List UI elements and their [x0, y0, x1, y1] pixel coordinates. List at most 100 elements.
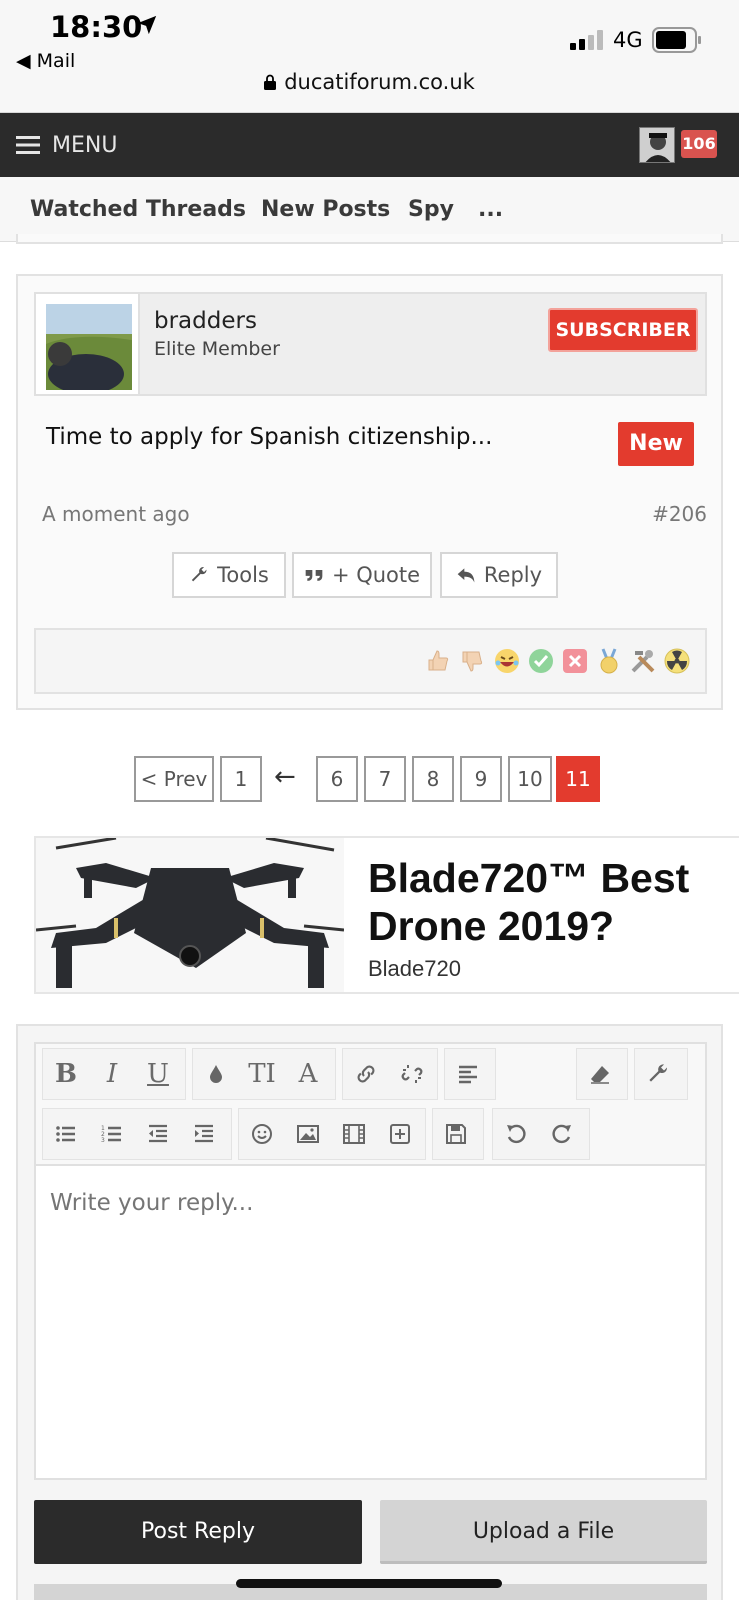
check-icon[interactable] [527, 647, 555, 675]
eraser-icon [591, 1066, 609, 1084]
page-11-current[interactable]: 11 [556, 756, 600, 802]
network-type: 4G [613, 28, 643, 52]
undo-button[interactable] [493, 1109, 539, 1159]
align-group [444, 1048, 496, 1100]
numbered-list-icon: 123 [101, 1125, 121, 1144]
redo-icon [552, 1124, 571, 1144]
drone-advertisement[interactable]: Blade720™ Best Drone 2019? Blade720 [34, 836, 739, 994]
insert-media-button[interactable] [331, 1109, 377, 1159]
cross-icon[interactable] [561, 647, 589, 675]
page-8-button[interactable]: 8 [412, 756, 454, 802]
undo-icon [507, 1124, 526, 1144]
save-icon [446, 1124, 466, 1144]
prev-page-button[interactable]: < Prev [134, 756, 214, 802]
smilies-button[interactable] [239, 1109, 285, 1159]
italic-button[interactable]: I [89, 1049, 135, 1099]
indent-icon [195, 1124, 213, 1143]
thumbs-down-icon[interactable] [459, 647, 487, 675]
font-format-group: TI A [192, 1048, 336, 1100]
insert-link-button[interactable] [343, 1049, 389, 1099]
smiley-icon [252, 1124, 272, 1144]
new-badge: New [618, 422, 694, 466]
wrench-icon [191, 567, 207, 582]
tab-more[interactable]: ... [478, 197, 503, 222]
ad-brand: Blade720 [368, 956, 461, 981]
unlink-icon [401, 1065, 423, 1083]
page-10-button[interactable]: 10 [508, 756, 552, 802]
insert-image-button[interactable] [285, 1109, 331, 1159]
redo-button[interactable] [539, 1109, 585, 1159]
text-color-button[interactable] [193, 1049, 239, 1099]
post-timestamp[interactable]: A moment ago [42, 502, 190, 526]
outdent-icon [149, 1124, 167, 1143]
ad-title[interactable]: Blade720™ Best Drone 2019? [368, 854, 728, 950]
thumbs-up-icon[interactable] [425, 647, 453, 675]
forum-navbar: MENU 106 [0, 113, 739, 177]
tools-button[interactable]: Tools [172, 552, 286, 598]
home-indicator[interactable] [236, 1579, 502, 1588]
url-text: ducatiforum.co.uk [284, 70, 475, 94]
author-avatar-frame [36, 294, 140, 394]
author-avatar[interactable] [46, 304, 132, 390]
pagination: < Prev 1 ← 6 7 8 9 10 11 [0, 756, 739, 804]
font-family-button[interactable]: A [285, 1049, 331, 1099]
radioactive-icon[interactable] [663, 647, 691, 675]
tab-watched-threads[interactable]: Watched Threads [30, 197, 246, 222]
reactions-bar [34, 628, 707, 694]
remove-link-button[interactable] [389, 1049, 435, 1099]
clear-format-group [576, 1048, 628, 1100]
laughing-icon[interactable] [493, 647, 521, 675]
post-number[interactable]: #206 [652, 502, 707, 526]
page-1-button[interactable]: 1 [220, 756, 262, 802]
notification-badge[interactable]: 106 [681, 130, 717, 158]
sub-navigation: Watched Threads New Posts Spy ... [0, 177, 739, 242]
font-size-button[interactable]: TI [239, 1049, 285, 1099]
post-author-header: bradders Elite Member SUBSCRIBER [34, 292, 707, 396]
bullet-list-button[interactable] [43, 1109, 89, 1159]
draft-group [432, 1108, 484, 1160]
tools-label: Tools [217, 563, 269, 587]
numbered-list-button[interactable]: 123 [89, 1109, 135, 1159]
page-9-button[interactable]: 9 [460, 756, 502, 802]
wrench-icon [649, 1064, 667, 1082]
reaction-list [425, 647, 691, 675]
droplet-icon [210, 1065, 222, 1083]
medal-icon[interactable] [595, 647, 623, 675]
underline-button[interactable]: U [135, 1049, 181, 1099]
avatar-image [640, 128, 674, 162]
editor-tools-button[interactable] [635, 1049, 681, 1099]
upload-file-button[interactable]: Upload a File [380, 1500, 707, 1564]
tools-icon[interactable] [629, 647, 657, 675]
page-7-button[interactable]: 7 [364, 756, 406, 802]
url-bar[interactable]: ducatiforum.co.uk [0, 70, 739, 94]
reply-button[interactable]: Reply [440, 552, 558, 598]
outdent-button[interactable] [135, 1109, 181, 1159]
page-6-button[interactable]: 6 [316, 756, 358, 802]
bullet-list-icon [56, 1126, 75, 1142]
align-button[interactable] [445, 1049, 491, 1099]
back-to-mail-link[interactable]: ◀ Mail [16, 50, 75, 72]
tab-new-posts[interactable]: New Posts [261, 197, 390, 222]
post-message: Time to apply for Spanish citizenship... [46, 424, 493, 450]
page-gap-arrow: ← [274, 762, 296, 792]
author-username[interactable]: bradders [154, 308, 257, 334]
indent-button[interactable] [181, 1109, 227, 1159]
text-style-group: B I U [42, 1048, 186, 1100]
post-reply-button[interactable]: Post Reply [34, 1500, 362, 1564]
remove-format-button[interactable] [577, 1049, 623, 1099]
tools-group [634, 1048, 688, 1100]
location-arrow-icon [137, 15, 157, 35]
reply-text-input[interactable] [50, 1190, 690, 1216]
avatar-landscape-image [46, 304, 132, 390]
insert-more-button[interactable] [377, 1109, 423, 1159]
drone-image [36, 838, 345, 992]
bold-button[interactable]: B [43, 1049, 89, 1099]
film-icon [343, 1124, 365, 1144]
tab-spy[interactable]: Spy [408, 197, 454, 222]
reply-editor-area[interactable] [34, 1164, 707, 1480]
quote-button[interactable]: + Quote [292, 552, 432, 598]
menu-button[interactable]: MENU [16, 129, 117, 161]
list-group: 123 [42, 1108, 232, 1160]
user-avatar[interactable] [639, 127, 675, 163]
save-draft-button[interactable] [433, 1109, 479, 1159]
